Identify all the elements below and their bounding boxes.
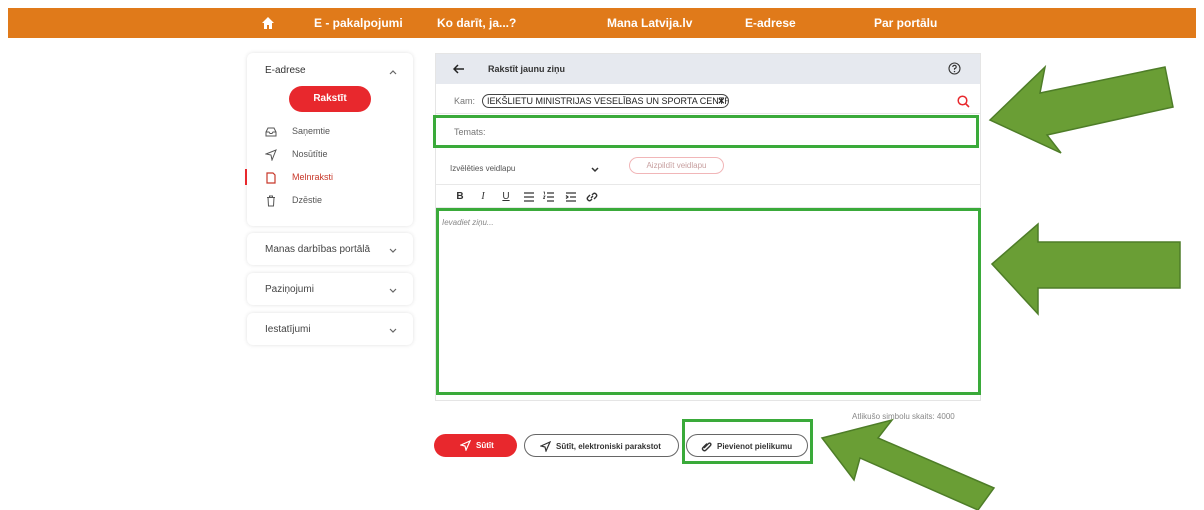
fill-template-button[interactable]: Aizpildīt veidlapu [629,157,724,174]
nav-what-to-do[interactable]: Ko darīt, ja...? [437,16,516,30]
remove-recipient-icon[interactable]: ✕ [717,95,725,107]
sidebar-collapse-label: Iestatījumi [265,324,311,335]
home-icon[interactable] [261,16,275,30]
nav-my-latvia[interactable]: Mana Latvija.lv [607,16,692,30]
template-select[interactable]: Izvēlēties veidlapu [440,152,610,180]
top-navigation: E - pakalpojumi Ko darīt, ja...? Mana La… [8,8,1196,38]
bold-button[interactable]: B [453,190,467,204]
chevron-down-icon [389,248,397,253]
send-signed-button-label: Sūtīt, elektroniski parakstot [556,442,661,451]
attach-highlight [682,419,813,464]
search-icon[interactable] [957,95,970,108]
numbered-list-icon[interactable] [542,190,556,204]
back-arrow-icon[interactable] [453,64,465,74]
send-button[interactable]: Sūtīt [434,434,517,457]
send-button-label: Sūtīt [476,441,494,450]
chevron-up-icon[interactable] [389,68,397,76]
sidebar-settings[interactable]: Iestatījumi [247,313,413,345]
underline-button[interactable]: U [499,190,513,204]
draft-icon [266,172,276,184]
chevron-down-icon [591,167,599,173]
indent-icon[interactable] [564,190,578,204]
arrow-pointing-subject [988,64,1174,154]
send-icon [460,440,471,451]
sidebar-item-label: Melnraksti [292,172,334,182]
arrow-pointing-attach [820,418,996,510]
inbox-icon [265,127,277,137]
arrow-pointing-body [990,222,1181,316]
sidebar-collapse-label: Manas darbības portālā [265,244,371,255]
sidebar-notifications[interactable]: Paziņojumi [247,273,413,305]
body-highlight [436,208,981,395]
recipient-name: IEKŠLIETU MINISTRIJAS VESELĪBAS UN SPORT… [487,96,729,106]
sidebar-section-title: E-adrese [265,65,306,76]
italic-button[interactable]: I [476,190,490,204]
sidebar-item-label: Saņemtie [292,126,331,136]
send-icon [540,441,551,452]
write-message-button[interactable]: Rakstīt [289,86,371,112]
nav-e-services[interactable]: E - pakalpojumi [314,16,403,30]
composer-title: Rakstīt jaunu ziņu [488,64,566,74]
nav-e-address[interactable]: E-adrese [745,16,796,30]
formatting-toolbar: B I U [436,184,980,208]
active-indicator [245,169,247,185]
trash-icon [267,195,275,207]
bullet-list-icon[interactable] [522,190,536,204]
template-select-label: Izvēlēties veidlapu [450,164,516,173]
recipient-row: Kam: IEKŠLIETU MINISTRIJAS VESELĪBAS UN … [436,86,980,114]
send-icon [265,149,277,161]
chevron-down-icon [389,288,397,293]
composer-header: Rakstīt jaunu ziņu [436,54,980,84]
nav-about-portal[interactable]: Par portālu [874,16,937,30]
help-icon[interactable] [948,62,961,75]
send-signed-button[interactable]: Sūtīt, elektroniski parakstot [524,434,679,457]
e-address-panel: E-adrese Rakstīt Saņemtie Nosūtītie Meln… [245,53,413,226]
template-row: Izvēlēties veidlapu Aizpildīt veidlapu [436,152,980,182]
sidebar-item-label: Dzēstie [292,195,323,205]
sidebar-collapse-label: Paziņojumi [265,284,314,295]
link-icon[interactable] [585,190,599,204]
sidebar-my-activities[interactable]: Manas darbības portālā [247,233,413,265]
recipient-chip[interactable]: IEKŠLIETU MINISTRIJAS VESELĪBAS UN SPORT… [482,94,729,108]
sidebar-item-label: Nosūtītie [292,149,328,159]
to-label: Kam: [454,96,476,106]
subject-highlight [433,115,979,148]
chevron-down-icon [389,328,397,333]
sidebar: E-adrese Rakstīt Saņemtie Nosūtītie Meln… [245,53,413,345]
